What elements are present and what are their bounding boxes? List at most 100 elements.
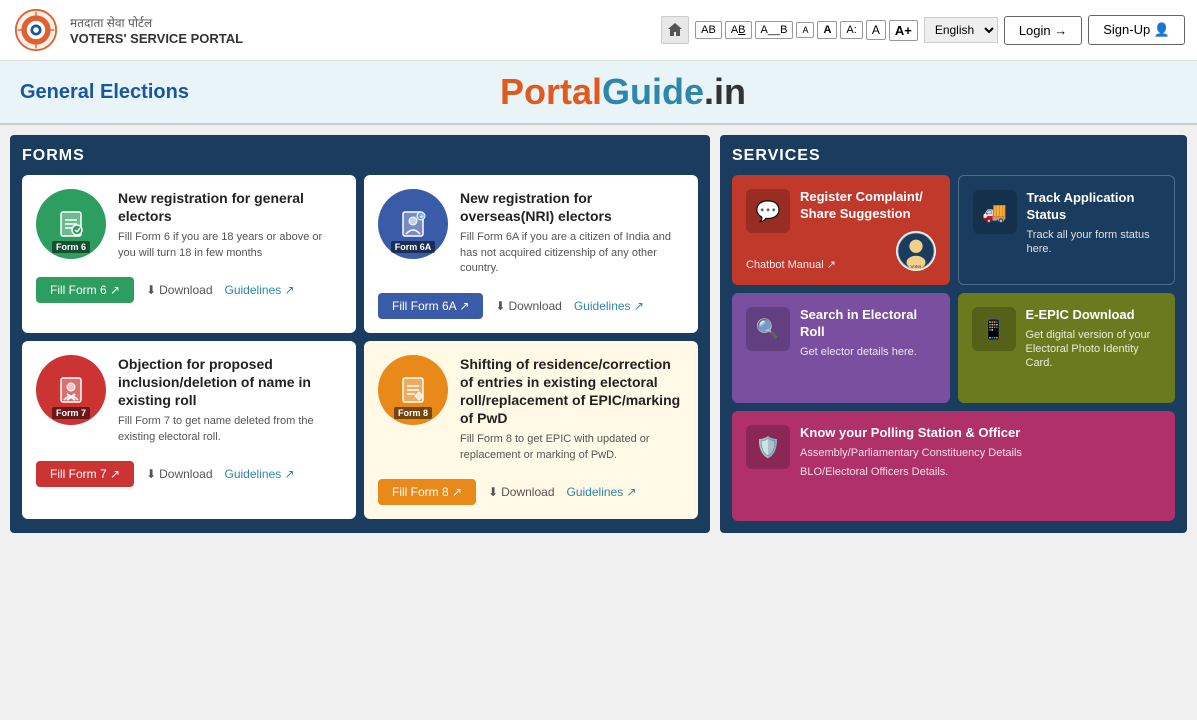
form8-desc: Fill Form 8 to get EPIC with updated or … [460,432,684,463]
form7-card: Form 7 Objection for proposed inclusion/… [22,341,356,520]
e-epic-desc: Get digital version of your Electoral Ph… [1026,328,1162,371]
fill-form6-button[interactable]: Fill Form 6 ↗ [36,277,134,303]
form6a-desc: Fill Form 6A if you are a citizen of Ind… [460,230,684,276]
header-left: मतदाता सेवा पोर्टल VOTERS' SERVICE PORTA… [12,6,243,54]
fill-form6a-button[interactable]: Fill Form 6A ↗ [378,293,483,319]
search-electoral-title: Search in Electoral Roll [800,307,936,341]
download-icon: ⬇ [495,299,505,313]
download-form6a-button[interactable]: ⬇ Download [495,299,561,313]
polling-desc: Assembly/Parliamentary Constituency Deta… [800,446,1161,460]
form7-info: Objection for proposed inclusion/deletio… [118,355,342,445]
guidelines-form7-button[interactable]: Guidelines ↗ [225,467,295,481]
guide-text: Guide [602,71,704,112]
polling-icon: 🛡️ [746,425,790,469]
form6a-title: New registration for overseas(NRI) elect… [460,189,684,225]
e-epic-card[interactable]: 📱 E-EPIC Download Get digital version of… [958,293,1176,403]
e-epic-content: 📱 E-EPIC Download Get digital version of… [972,307,1162,371]
search-electoral-card[interactable]: 🔍 Search in Electoral Roll Get elector d… [732,293,950,403]
track-icon: 🚚 [973,190,1017,234]
acc-ab-line-btn[interactable]: A__B [755,21,794,39]
acc-a-medium-btn[interactable]: A [817,21,837,39]
register-complaint-content: 💬 Register Complaint/ Share Suggestion [746,189,936,233]
register-complaint-card[interactable]: 💬 Register Complaint/ Share Suggestion C… [732,175,950,285]
logo-hindi: मतदाता सेवा पोर्टल [70,14,243,31]
polling-station-card[interactable]: 🛡️ Know your Polling Station & Officer A… [732,411,1175,521]
header: मतदाता सेवा पोर्टल VOTERS' SERVICE PORTA… [0,0,1197,61]
guidelines-form8-button[interactable]: Guidelines ↗ [567,485,637,499]
form6a-label: Form 6A [391,241,436,253]
language-selector[interactable]: English हिंदी [924,17,998,43]
banner: General Elections PortalGuide.in [0,61,1197,125]
acc-a-plus-btn[interactable]: A+ [889,20,918,41]
guidelines-form6-button[interactable]: Guidelines ↗ [225,283,295,297]
download-icon: ⬇ [488,485,498,499]
main-content: FORMS [0,125,1197,543]
form6-title: New registration for general electors [118,189,342,225]
form7-card-top: Form 7 Objection for proposed inclusion/… [36,355,342,445]
form6a-actions: Fill Form 6A ↗ ⬇ Download Guidelines ↗ [378,293,684,319]
services-section: SERVICES 💬 Register Complaint/ Share Sug… [720,135,1187,533]
svg-text:+: + [420,215,424,221]
track-desc: Track all your form status here. [1027,228,1161,257]
chatbot-link[interactable]: Chatbot Manual ↗ [746,258,836,271]
track-application-card[interactable]: 🚚 Track Application Status Track all you… [958,175,1176,285]
form6-icon: Form 6 [36,189,106,259]
logo-text: मतदाता सेवा पोर्टल VOTERS' SERVICE PORTA… [70,14,243,46]
download-form7-button[interactable]: ⬇ Download [146,467,212,481]
acc-a-small-btn[interactable]: A [796,22,814,38]
services-grid: 💬 Register Complaint/ Share Suggestion C… [732,175,1175,521]
acc-a-normal-btn[interactable]: A [866,20,886,40]
search-electoral-icon: 🔍 [746,307,790,351]
complaint-text: Register Complaint/ Share Suggestion [800,189,936,227]
services-section-title: SERVICES [732,147,1175,165]
login-button[interactable]: Login → [1004,16,1082,45]
form6-info: New registration for general electors Fi… [118,189,342,261]
fill-form7-button[interactable]: Fill Form 7 ↗ [36,461,134,487]
form8-actions: Fill Form 8 ↗ ⬇ Download Guidelines ↗ [378,479,684,505]
portal-guide-logo: PortalGuide.in [500,71,746,113]
chatbot-badge: Voter [896,231,936,271]
complaint-icon: 💬 [746,189,790,233]
polling-extra: BLO/Electoral Officers Details. [800,466,1161,478]
polling-station-content: 🛡️ Know your Polling Station & Officer A… [746,425,1161,478]
download-form8-button[interactable]: ⬇ Download [488,485,554,499]
form6a-info: New registration for overseas(NRI) elect… [460,189,684,277]
acc-a-colon-btn[interactable]: A: [840,21,862,39]
form6-card: Form 6 New registration for general elec… [22,175,356,333]
form8-card: Form 8 Shifting of residence/correction … [364,341,698,520]
dot-in-text: .in [704,71,746,112]
search-electoral-content: 🔍 Search in Electoral Roll Get elector d… [746,307,936,359]
fill-form8-button[interactable]: Fill Form 8 ↗ [378,479,476,505]
forms-grid: Form 6 New registration for general elec… [22,175,698,519]
form7-icon: Form 7 [36,355,106,425]
header-right: AB AB A__B A A A: A A+ English हिंदी Log… [661,15,1185,45]
form6a-icon: + Form 6A [378,189,448,259]
form8-card-top: Form 8 Shifting of residence/correction … [378,355,684,464]
banner-title: General Elections [20,81,189,104]
eci-logo [12,6,60,54]
search-electoral-text: Search in Electoral Roll Get elector det… [800,307,936,359]
acc-ab-btn[interactable]: AB [695,21,722,39]
forms-section: FORMS [10,135,710,533]
form7-label: Form 7 [52,407,90,419]
form8-info: Shifting of residence/correction of entr… [460,355,684,464]
track-title: Track Application Status [1027,190,1161,224]
accessibility-toolbar: AB AB A__B A A A: A A+ [695,20,918,41]
acc-ab-underline-btn[interactable]: AB [725,21,752,39]
track-text: Track Application Status Track all your … [1027,190,1161,256]
form6-card-top: Form 6 New registration for general elec… [36,189,342,261]
signup-button[interactable]: Sign-Up 👤 [1088,15,1185,45]
complaint-title: Register Complaint/ Share Suggestion [800,189,936,223]
home-button[interactable] [661,16,689,44]
forms-section-title: FORMS [22,147,698,165]
guidelines-form6a-button[interactable]: Guidelines ↗ [574,299,644,313]
form8-icon: Form 8 [378,355,448,425]
e-epic-icon: 📱 [972,307,1016,351]
form6a-card: + Form 6A New registration for overseas(… [364,175,698,333]
form8-title: Shifting of residence/correction of entr… [460,355,684,428]
logo-english: VOTERS' SERVICE PORTAL [70,31,243,46]
download-form6-button[interactable]: ⬇ Download [146,283,212,297]
form7-desc: Fill Form 7 to get name deleted from the… [118,414,342,445]
polling-text: Know your Polling Station & Officer Asse… [800,425,1161,478]
track-application-content: 🚚 Track Application Status Track all you… [973,190,1161,256]
